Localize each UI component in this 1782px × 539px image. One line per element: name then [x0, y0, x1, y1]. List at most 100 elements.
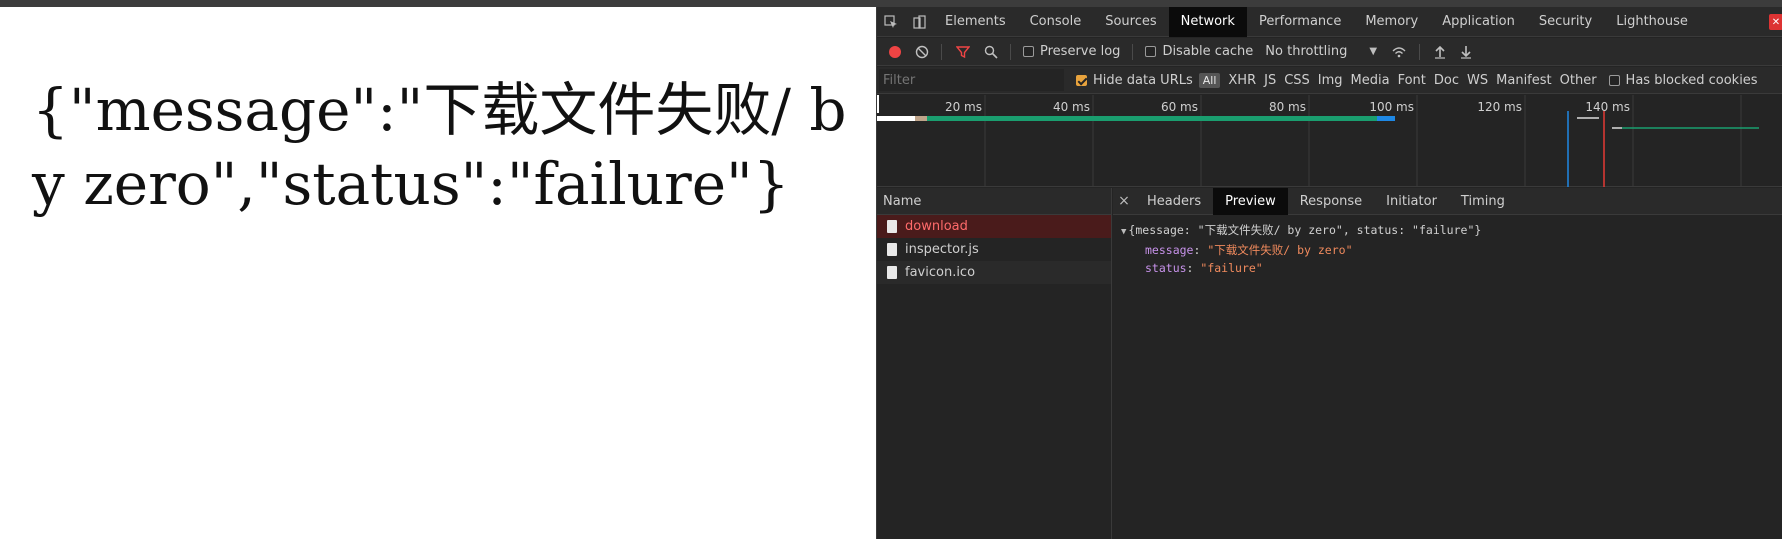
- timing-bar-content: [1377, 116, 1395, 121]
- network-overview-timeline[interactable]: 20 ms 40 ms 60 ms 80 ms 100 ms 120 ms 14…: [877, 95, 1782, 187]
- preserve-log-label: Preserve log: [1040, 44, 1121, 59]
- preserve-log-checkbox[interactable]: Preserve log: [1023, 44, 1120, 59]
- hide-data-urls-label: Hide data URLs: [1093, 72, 1193, 88]
- name-column-header[interactable]: Name: [877, 188, 1111, 215]
- type-filter-xhr[interactable]: XHR: [1228, 73, 1256, 88]
- devtools-tabbar: Elements Console Sources Network Perform…: [877, 6, 1782, 37]
- document-icon: [887, 220, 897, 233]
- tab-performance[interactable]: Performance: [1247, 7, 1353, 37]
- type-filter-doc[interactable]: Doc: [1434, 73, 1459, 88]
- has-blocked-cookies-checkbox[interactable]: Has blocked cookies: [1608, 72, 1758, 88]
- timing-bar-wait: [915, 116, 927, 121]
- type-filter-font[interactable]: Font: [1398, 73, 1426, 88]
- tab-sources[interactable]: Sources: [1093, 7, 1168, 37]
- tab-preview[interactable]: Preview: [1213, 187, 1288, 215]
- page-viewport: {"message":"下载文件失败/ by zero","status":"f…: [0, 7, 876, 539]
- devtools-panel: Elements Console Sources Network Perform…: [876, 6, 1782, 539]
- type-filter-js[interactable]: JS: [1264, 73, 1276, 88]
- tick-label: 120 ms: [1477, 100, 1522, 114]
- tick-label: 60 ms: [1161, 100, 1198, 114]
- timing-bar-download: [927, 116, 1395, 121]
- document-icon: [887, 243, 897, 256]
- preview-message-line: message: "下载文件失败/ by zero": [1121, 241, 1782, 259]
- import-har-icon[interactable]: [1434, 45, 1446, 59]
- hide-data-urls-checkbox[interactable]: Hide data URLs: [1076, 73, 1193, 88]
- tick-label: 40 ms: [1053, 100, 1090, 114]
- tab-console[interactable]: Console: [1018, 7, 1094, 37]
- tab-application[interactable]: Application: [1430, 7, 1527, 37]
- colon: :: [1186, 261, 1201, 275]
- request-name: download: [905, 219, 968, 234]
- request-list: Name download inspector.js favicon.ico: [877, 188, 1112, 539]
- tick-label: 80 ms: [1269, 100, 1306, 114]
- has-blocked-cookies-label: Has blocked cookies: [1625, 72, 1758, 88]
- status-value: "failure": [1200, 261, 1263, 275]
- tab-lighthouse[interactable]: Lighthouse: [1604, 7, 1700, 37]
- preview-summary: {message: "下载文件失败/ by zero", status: "fa…: [1128, 223, 1482, 237]
- tab-elements[interactable]: Elements: [933, 7, 1018, 37]
- request-name: favicon.ico: [905, 265, 976, 280]
- request-row-download[interactable]: download: [877, 215, 1111, 238]
- filter-icon[interactable]: [956, 45, 970, 59]
- tab-timing[interactable]: Timing: [1449, 188, 1517, 215]
- close-icon[interactable]: ×: [1113, 193, 1135, 209]
- network-conditions-icon[interactable]: [1391, 45, 1407, 59]
- record-icon[interactable]: [889, 45, 901, 58]
- json-response-text: {"message":"下载文件失败/ by zero","status":"f…: [32, 76, 847, 218]
- type-filter-other[interactable]: Other: [1560, 73, 1597, 88]
- request-row-favicon[interactable]: favicon.ico: [877, 261, 1111, 284]
- document-icon: [887, 266, 897, 279]
- tab-response[interactable]: Response: [1288, 188, 1374, 215]
- type-filter-img[interactable]: Img: [1318, 73, 1343, 88]
- toolbar-divider: [1132, 43, 1134, 60]
- toolbar-divider: [1419, 43, 1421, 60]
- checkbox-box-checked[interactable]: [1076, 74, 1087, 86]
- request-name: inspector.js: [905, 242, 979, 257]
- json-preview: ▼ {message: "下载文件失败/ by zero", status: "f…: [1113, 215, 1782, 277]
- checkbox-box[interactable]: [1023, 46, 1034, 57]
- tick-label: 100 ms: [1369, 100, 1414, 114]
- type-filter-css[interactable]: CSS: [1284, 73, 1310, 88]
- inspect-element-icon[interactable]: [877, 7, 905, 37]
- preview-status-line: status: "failure": [1121, 259, 1782, 277]
- detail-tabbar: × Headers Preview Response Initiator Tim…: [1113, 187, 1782, 215]
- request-detail-panel: × Headers Preview Response Initiator Tim…: [1113, 187, 1782, 539]
- throttling-value: No throttling: [1265, 44, 1348, 59]
- disable-cache-label: Disable cache: [1162, 44, 1254, 59]
- export-har-icon[interactable]: [1460, 45, 1472, 59]
- network-filterbar: Hide data URLs All XHR JS CSS Img Media …: [877, 67, 1782, 94]
- status-key: status: [1145, 261, 1187, 275]
- throttling-select[interactable]: No throttling ▼: [1265, 44, 1377, 59]
- clear-icon[interactable]: [915, 45, 929, 59]
- colon: :: [1193, 243, 1208, 257]
- filter-input[interactable]: [879, 69, 1064, 91]
- tick-label: 20 ms: [945, 100, 982, 114]
- message-key: message: [1145, 243, 1194, 257]
- checkbox-box[interactable]: [1608, 74, 1620, 86]
- network-toolbar: Preserve log Disable cache No throttling…: [877, 38, 1782, 66]
- tick-label: 140 ms: [1585, 100, 1630, 114]
- search-icon[interactable]: [984, 45, 998, 59]
- toolbar-divider: [941, 43, 942, 60]
- expand-triangle-icon[interactable]: ▼: [1121, 227, 1126, 237]
- close-devtools-icon[interactable]: ✕: [1769, 14, 1782, 30]
- tab-security[interactable]: Security: [1527, 7, 1604, 37]
- tab-headers[interactable]: Headers: [1135, 188, 1213, 215]
- message-value: "下载文件失败/ by zero": [1207, 243, 1353, 257]
- timeline-svg: 20 ms 40 ms 60 ms 80 ms 100 ms 120 ms 14…: [877, 95, 1759, 187]
- preview-summary-line[interactable]: ▼ {message: "下载文件失败/ by zero", status: "f…: [1121, 221, 1782, 241]
- tab-memory[interactable]: Memory: [1353, 7, 1430, 37]
- device-toolbar-icon[interactable]: [905, 7, 933, 37]
- tab-network[interactable]: Network: [1168, 6, 1247, 37]
- type-filter-manifest[interactable]: Manifest: [1496, 73, 1551, 88]
- type-filter-all[interactable]: All: [1198, 72, 1221, 88]
- type-filter-media[interactable]: Media: [1351, 73, 1390, 88]
- timing-bar-queue: [877, 116, 915, 121]
- type-filter-ws[interactable]: WS: [1467, 73, 1488, 88]
- request-row-inspector[interactable]: inspector.js: [877, 238, 1111, 261]
- toolbar-divider: [1010, 43, 1011, 60]
- checkbox-box[interactable]: [1145, 46, 1157, 57]
- chevron-down-icon: ▼: [1369, 46, 1378, 57]
- tab-initiator[interactable]: Initiator: [1374, 188, 1449, 215]
- disable-cache-checkbox[interactable]: Disable cache: [1145, 44, 1253, 59]
